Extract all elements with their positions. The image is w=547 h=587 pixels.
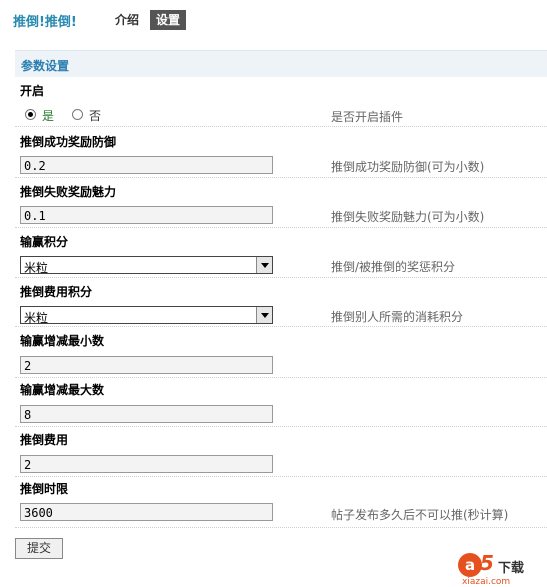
chevron-down-icon[interactable] — [256, 257, 272, 273]
max-change-input[interactable]: 8 — [20, 405, 273, 423]
tab-settings[interactable]: 设置 — [150, 10, 187, 30]
time-limit-input[interactable]: 3600 — [20, 503, 273, 521]
field-label-cost: 推倒费用 — [20, 433, 69, 447]
field-label-cost-credit: 推倒费用积分 — [20, 285, 93, 299]
radio-yes[interactable] — [25, 109, 36, 120]
field-desc-cost-credit: 推倒别人所需的消耗积分 — [331, 310, 464, 324]
section-header: 参数设置 — [15, 50, 547, 77]
row-divider — [15, 277, 547, 278]
row-divider — [15, 527, 547, 528]
field-label-enable: 开启 — [20, 84, 45, 98]
a5-logo-mark: a — [458, 553, 482, 577]
field-label-fail-charm: 推倒失败奖励魅力 — [20, 185, 117, 199]
section-title: 参数设置 — [21, 59, 70, 73]
watermark-url: xiazai.com — [462, 577, 511, 587]
field-label-time-limit: 推倒时限 — [20, 482, 69, 496]
submit-button[interactable]: 提交 — [15, 538, 63, 559]
field-label-win-loss-credit: 输赢积分 — [20, 235, 69, 249]
field-desc-win-loss-credit: 推倒/被推倒的奖惩积分 — [331, 260, 456, 274]
field-desc-fail-charm: 推倒失败奖励魅力(可为小数) — [331, 210, 485, 224]
app-title: 推倒!推倒! — [13, 15, 77, 30]
row-divider — [15, 126, 547, 127]
top-bar: 推倒!推倒! 介绍 设置 — [0, 0, 547, 40]
a5-watermark-logo: a 5 下载 xiazai.com — [458, 551, 544, 587]
radio-no-label[interactable]: 否 — [89, 107, 101, 124]
cost-credit-select[interactable]: 米粒 — [20, 306, 273, 325]
chevron-down-icon[interactable] — [256, 307, 272, 323]
select-value: 米粒 — [24, 261, 49, 275]
win-loss-credit-select[interactable]: 米粒 — [20, 256, 273, 275]
radio-no[interactable] — [72, 109, 83, 120]
radio-yes-label[interactable]: 是 — [42, 107, 54, 124]
tab-intro[interactable]: 介绍 — [109, 10, 145, 30]
a5-logo-digit: 5 — [480, 551, 494, 575]
row-divider — [15, 426, 547, 427]
field-desc-enable: 是否开启插件 — [331, 110, 404, 124]
select-value: 米粒 — [24, 311, 49, 325]
field-label-min-change: 输赢增减最小数 — [20, 334, 105, 348]
field-desc-time-limit: 帖子发布多久后不可以推(秒计算) — [331, 508, 509, 522]
field-label-success-defense: 推倒成功奖励防御 — [20, 135, 117, 149]
watermark-text: 下载 — [498, 561, 525, 576]
field-desc-success-defense: 推倒成功奖励防御(可为小数) — [331, 160, 485, 174]
row-divider — [15, 377, 547, 378]
success-defense-input[interactable]: 0.2 — [20, 156, 273, 174]
fail-charm-input[interactable]: 0.1 — [20, 206, 273, 224]
row-divider — [15, 227, 547, 228]
field-label-max-change: 输赢增减最大数 — [20, 383, 105, 397]
cost-input[interactable]: 2 — [20, 455, 273, 473]
row-divider — [15, 476, 547, 477]
row-divider — [15, 326, 547, 327]
row-divider — [15, 177, 547, 178]
min-change-input[interactable]: 2 — [20, 356, 273, 374]
